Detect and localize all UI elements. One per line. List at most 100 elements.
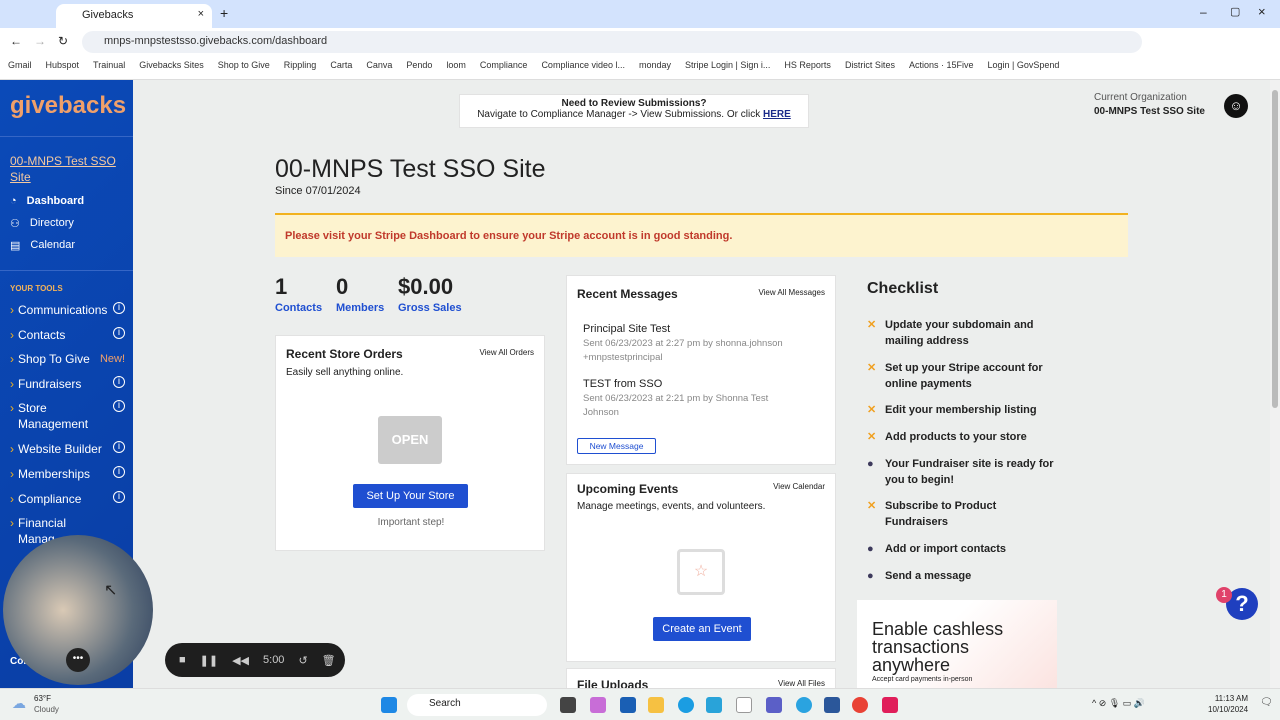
weather-widget[interactable]: 63°F Cloudy bbox=[34, 693, 59, 715]
info-icon[interactable]: i bbox=[113, 302, 125, 314]
tool-contacts[interactable]: › Contacts i bbox=[10, 327, 125, 343]
app-icon[interactable] bbox=[560, 697, 576, 713]
view-all-messages-link[interactable]: View All Messages bbox=[758, 288, 825, 297]
tray-icons[interactable]: ^ ⊘ 🎙 ▭ 🔊 bbox=[1092, 698, 1145, 709]
bookmark[interactable]: Login | GovSpend bbox=[987, 60, 1059, 75]
bookmark[interactable]: Compliance bbox=[480, 60, 528, 75]
info-icon[interactable]: i bbox=[113, 327, 125, 339]
set-up-store-button[interactable]: Set Up Your Store bbox=[353, 484, 468, 508]
url-input[interactable]: mnps-mnpstestsso.givebacks.com/dashboard bbox=[82, 31, 1142, 53]
edge-icon[interactable] bbox=[678, 697, 694, 713]
more-options-icon[interactable]: ••• bbox=[66, 648, 90, 672]
bookmark[interactable]: Givebacks Sites bbox=[139, 60, 204, 75]
bookmark[interactable]: Gmail bbox=[8, 60, 32, 75]
windows-start-icon[interactable] bbox=[381, 697, 397, 713]
bookmark[interactable]: Actions · 15Five bbox=[909, 60, 974, 75]
bookmark[interactable]: Compliance video l... bbox=[541, 60, 625, 75]
checklist-item[interactable]: ✕ Edit your membership listing bbox=[867, 402, 1057, 418]
nav-calendar[interactable]: ▤ Calendar bbox=[10, 239, 75, 252]
x-icon: ✕ bbox=[867, 500, 877, 512]
user-avatar-icon[interactable]: ☺ bbox=[1224, 94, 1248, 118]
back-icon[interactable]: ← bbox=[10, 34, 22, 48]
bookmark[interactable]: Pendo bbox=[406, 60, 432, 75]
nav-dashboard[interactable]: ◔ Dashboard bbox=[10, 195, 84, 207]
minimize-icon[interactable]: – bbox=[1200, 5, 1207, 19]
info-icon[interactable]: i bbox=[113, 466, 125, 478]
forward-icon[interactable]: → bbox=[34, 34, 46, 48]
tool-communications[interactable]: › Communications i bbox=[10, 302, 125, 318]
pause-icon[interactable]: ❚❚ bbox=[200, 654, 218, 667]
amazon-icon[interactable] bbox=[736, 697, 752, 713]
message-item[interactable]: TEST from SSO Sent 06/23/2023 at 2:21 pm … bbox=[583, 378, 798, 420]
create-event-button[interactable]: Create an Event bbox=[653, 617, 751, 641]
bookmark[interactable]: monday bbox=[639, 60, 671, 75]
store-icon[interactable] bbox=[620, 697, 636, 713]
checklist-item[interactable]: ● Add or import contacts bbox=[867, 541, 1057, 557]
checklist-item[interactable]: ● Your Fundraiser site is ready for you t… bbox=[867, 456, 1057, 488]
site-link[interactable]: 00-MNPS Test SSO Site bbox=[10, 153, 125, 185]
stat-members[interactable]: 0 Members bbox=[336, 274, 384, 314]
bookmark[interactable]: Shop to Give bbox=[218, 60, 270, 75]
trash-icon[interactable]: 🗑 bbox=[322, 654, 336, 667]
here-link[interactable]: HERE bbox=[763, 109, 791, 120]
info-icon[interactable]: i bbox=[113, 491, 125, 503]
tool-memberships[interactable]: › Memberships i bbox=[10, 466, 125, 482]
word-icon[interactable] bbox=[824, 697, 840, 713]
checklist-item[interactable]: ● Send a message bbox=[867, 568, 1057, 584]
bookmark[interactable]: loom bbox=[446, 60, 466, 75]
scrollbar[interactable] bbox=[1270, 80, 1280, 688]
stat-contacts[interactable]: 1 Contacts bbox=[275, 274, 322, 314]
clock[interactable]: 11:13 AM 10/10/2024 bbox=[1208, 693, 1248, 715]
bookmark[interactable]: Rippling bbox=[284, 60, 317, 75]
view-all-orders-link[interactable]: View All Orders bbox=[479, 348, 534, 357]
copilot-icon[interactable] bbox=[590, 697, 606, 713]
bookmark[interactable]: Trainual bbox=[93, 60, 125, 75]
new-tab-icon[interactable]: + bbox=[220, 5, 228, 21]
stat-gross-sales[interactable]: $0.00 Gross Sales bbox=[398, 274, 462, 314]
info-icon[interactable]: i bbox=[113, 376, 125, 388]
bookmark[interactable]: Canva bbox=[366, 60, 392, 75]
tool-store-management[interactable]: › Store Management i bbox=[10, 400, 125, 432]
maximize-icon[interactable]: ▢ bbox=[1230, 5, 1240, 18]
bookmark[interactable]: HS Reports bbox=[784, 60, 831, 75]
view-calendar-link[interactable]: View Calendar bbox=[773, 482, 825, 491]
taskbar-search[interactable]: Search bbox=[407, 694, 547, 716]
nav-directory[interactable]: ⚇ Directory bbox=[10, 217, 74, 230]
teams-icon[interactable] bbox=[766, 697, 782, 713]
bookmark[interactable]: Stripe Login | Sign i... bbox=[685, 60, 770, 75]
checklist-item[interactable]: ✕ Set up your Stripe account for online p… bbox=[867, 360, 1057, 392]
checklist-item[interactable]: ✕ Subscribe to Product Fundraisers bbox=[867, 498, 1057, 530]
bookmark[interactable]: District Sites bbox=[845, 60, 895, 75]
message-item[interactable]: Principal Site Test Sent 06/23/2023 at 2:… bbox=[583, 323, 783, 365]
x-icon: ✕ bbox=[867, 431, 877, 443]
address-bar-row: ← → ↻ mnps-mnpstestsso.givebacks.com/das… bbox=[0, 28, 1280, 56]
tool-shop-to-give[interactable]: › Shop To Give New! bbox=[10, 351, 125, 367]
promo-card[interactable]: Enable cashless transactions anywhere Ac… bbox=[857, 600, 1057, 690]
close-window-icon[interactable]: × bbox=[1258, 4, 1266, 19]
folder-icon[interactable] bbox=[648, 697, 664, 713]
checklist-item[interactable]: ✕ Update your subdomain and mailing addre… bbox=[867, 317, 1057, 349]
browser-tab[interactable]: Givebacks × bbox=[56, 4, 212, 28]
tool-compliance[interactable]: › Compliance i bbox=[10, 491, 125, 507]
logo[interactable]: givebacks bbox=[10, 92, 126, 120]
stop-icon[interactable]: ■ bbox=[179, 654, 186, 666]
info-icon[interactable]: i bbox=[113, 441, 125, 453]
tools-header: YOUR TOOLS bbox=[10, 284, 63, 293]
reload-icon[interactable]: ↻ bbox=[58, 34, 68, 48]
rewind-icon[interactable]: ◀◀ bbox=[232, 654, 249, 667]
close-tab-icon[interactable]: × bbox=[198, 8, 204, 20]
bookmark[interactable]: Carta bbox=[330, 60, 352, 75]
help-app-icon[interactable] bbox=[796, 697, 812, 713]
notifications-icon[interactable]: 🗨 bbox=[1260, 697, 1273, 708]
info-icon[interactable]: i bbox=[113, 400, 125, 412]
app-icon[interactable] bbox=[706, 697, 722, 713]
new-message-button[interactable]: New Message bbox=[577, 438, 656, 454]
tool-fundraisers[interactable]: › Fundraisers i bbox=[10, 376, 125, 392]
bookmark[interactable]: Hubspot bbox=[46, 60, 80, 75]
checklist-item[interactable]: ✕ Add products to your store bbox=[867, 429, 1057, 445]
restart-icon[interactable]: ↺ bbox=[298, 654, 307, 667]
view-all-files-link[interactable]: View All Files bbox=[778, 679, 825, 688]
slack-icon[interactable] bbox=[882, 697, 898, 713]
tool-website-builder[interactable]: › Website Builder i bbox=[10, 441, 125, 457]
chrome-icon[interactable] bbox=[852, 697, 868, 713]
